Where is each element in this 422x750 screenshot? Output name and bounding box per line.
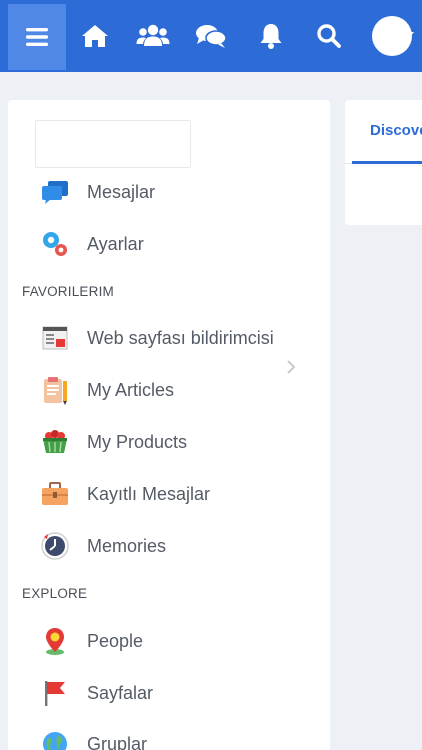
- section-heading-favorites: FAVORILERIM: [22, 284, 114, 299]
- sidebar-item-web-sayfasi-bildirimcisi[interactable]: Web sayfası bildirimcisi: [8, 318, 330, 358]
- sidebar: Mesajlar Ayarlar FAVORILERIM Web sayfası…: [8, 100, 330, 750]
- sidebar-item-label: Sayfalar: [87, 682, 154, 703]
- globe-icon: [40, 729, 70, 750]
- home-button[interactable]: [76, 0, 114, 72]
- sidebar-item-gruplar[interactable]: Gruplar: [8, 724, 330, 750]
- friends-button[interactable]: [134, 0, 172, 72]
- sidebar-item-label: My Products: [87, 431, 188, 452]
- sidebar-item-ayarlar[interactable]: Ayarlar: [8, 224, 330, 264]
- sidebar-item-label: My Articles: [87, 379, 175, 400]
- profile-menu-button[interactable]: [366, 0, 418, 72]
- flag-icon: [40, 678, 70, 708]
- sidebar-item-label: Ayarlar: [87, 233, 144, 254]
- sidebar-item-label: Web sayfası bildirimcisi: [87, 327, 274, 348]
- basket-icon: [40, 427, 70, 457]
- person-pin-icon: [40, 626, 70, 656]
- search-icon: [317, 24, 341, 48]
- sidebar-item-label: People: [87, 630, 144, 651]
- sidebar-item-label: Kayıtlı Mesajlar: [87, 483, 211, 504]
- home-icon: [82, 25, 108, 47]
- caret-down-icon: [404, 32, 414, 38]
- clipboard-icon: [40, 375, 70, 405]
- gears-icon: [40, 229, 70, 259]
- friends-icon: [136, 24, 170, 46]
- top-navigation-bar: [0, 0, 422, 72]
- search-button[interactable]: [310, 0, 348, 72]
- sidebar-item-my-articles[interactable]: My Articles: [8, 370, 330, 410]
- menu-button[interactable]: [8, 4, 66, 70]
- logo-placeholder: [35, 120, 191, 168]
- sidebar-item-mesajlar[interactable]: Mesajlar: [8, 172, 330, 212]
- sidebar-item-sayfalar[interactable]: Sayfalar: [8, 673, 330, 713]
- active-tab-indicator: [352, 161, 422, 164]
- sidebar-item-my-products[interactable]: My Products: [8, 422, 330, 462]
- content-panel: Discover: [345, 100, 422, 225]
- sidebar-item-people[interactable]: People: [8, 621, 330, 661]
- messages-button[interactable]: [192, 0, 230, 72]
- notifications-button[interactable]: [252, 0, 290, 72]
- sidebar-item-label: Memories: [87, 535, 167, 556]
- briefcase-icon: [40, 479, 70, 509]
- clock-icon: [40, 531, 70, 561]
- chat-bubbles-icon: [40, 177, 70, 207]
- sidebar-item-label: Gruplar: [87, 733, 148, 750]
- hamburger-menu-icon: [26, 28, 48, 46]
- sidebar-item-memories[interactable]: Memories: [8, 526, 330, 566]
- chat-bubbles-icon: [196, 25, 227, 48]
- section-heading-explore: EXPLORE: [22, 586, 88, 601]
- bell-icon: [260, 24, 282, 49]
- sidebar-item-kayitli-mesajlar[interactable]: Kayıtlı Mesajlar: [8, 474, 330, 514]
- sidebar-item-label: Mesajlar: [87, 181, 156, 202]
- tab-discover[interactable]: Discover: [370, 122, 422, 139]
- webpage-notifier-icon: [40, 323, 70, 353]
